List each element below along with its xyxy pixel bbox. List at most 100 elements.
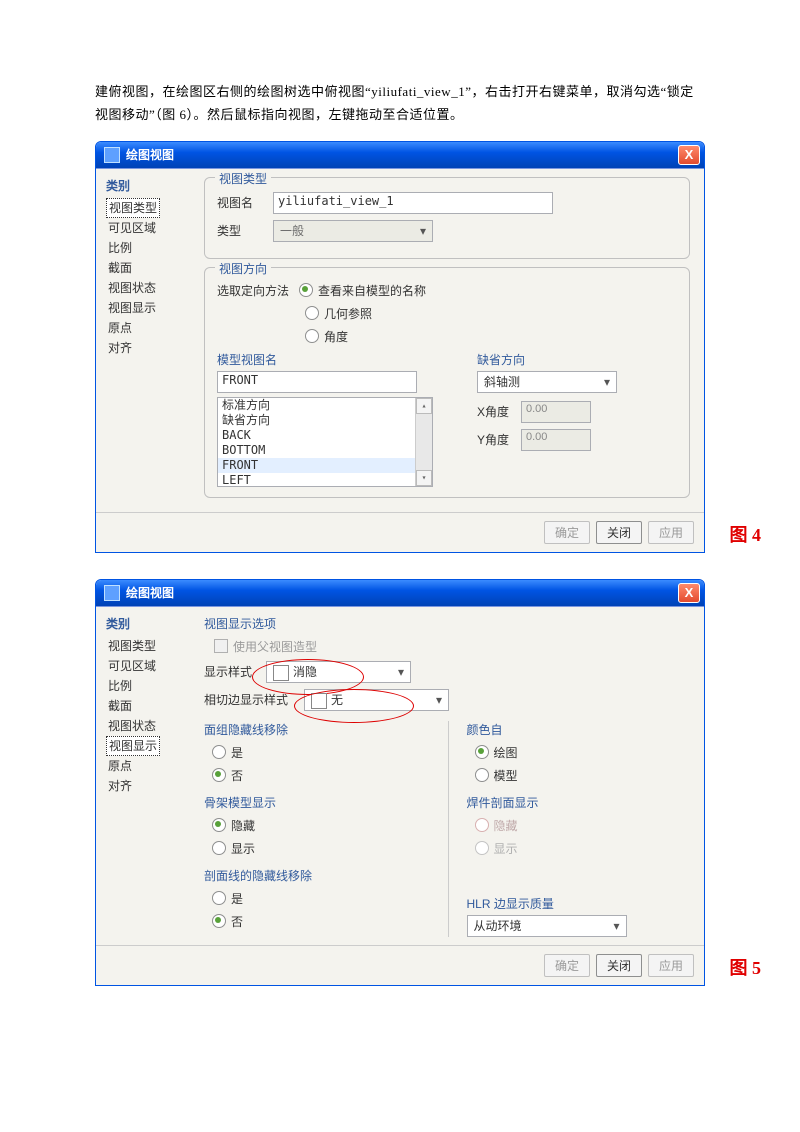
radio-drawing-label: 绘图 <box>494 744 518 761</box>
default-dir-combo[interactable]: 斜轴测 ▾ <box>477 371 617 393</box>
sidebar-item-view-type[interactable]: 视图类型 <box>106 198 160 218</box>
type-label: 类型 <box>217 222 273 239</box>
sidebar-item-section[interactable]: 截面 <box>106 258 196 278</box>
app-icon <box>104 585 120 601</box>
list-item[interactable]: FRONT <box>218 458 432 473</box>
model-view-input[interactable]: FRONT <box>217 371 417 393</box>
radio-angle[interactable] <box>305 329 319 343</box>
body-text: 建俯视图，在绘图区右侧的绘图树选中俯视图“yiliufati_view_1”，右… <box>95 80 705 127</box>
dialog-title: 绘图视图 <box>126 584 678 601</box>
color-from-label: 颜色自 <box>467 721 691 738</box>
ok-button[interactable]: 确定 <box>544 954 590 977</box>
sidebar-item-origin[interactable]: 原点 <box>106 756 196 776</box>
radio-model[interactable] <box>475 768 489 782</box>
figure-label-4: 图 4 <box>730 521 762 547</box>
sidebar-heading: 类别 <box>106 177 196 194</box>
titlebar[interactable]: 绘图视图 X <box>96 580 704 606</box>
sidebar-item-section[interactable]: 截面 <box>106 696 196 716</box>
close-icon[interactable]: X <box>678 583 700 603</box>
ok-button[interactable]: 确定 <box>544 521 590 544</box>
type-combo[interactable]: 一般 ▾ <box>273 220 433 242</box>
section-hidden-label: 剖面线的隐藏线移除 <box>204 867 428 884</box>
radio-yes[interactable] <box>212 745 226 759</box>
face-hidden-label: 面组隐藏线移除 <box>204 721 428 738</box>
radio-angle-label: 角度 <box>324 328 348 345</box>
scroll-down-icon[interactable]: ▾ <box>416 470 432 486</box>
radio-hide-label: 隐藏 <box>231 817 255 834</box>
radio-weld-hide <box>475 818 489 832</box>
y-angle-input[interactable]: 0.00 <box>521 429 591 451</box>
sidebar-item-view-display[interactable]: 视图显示 <box>106 298 196 318</box>
close-icon[interactable]: X <box>678 145 700 165</box>
sidebar-item-scale[interactable]: 比例 <box>106 676 196 696</box>
list-item[interactable]: 缺省方向 <box>218 413 432 428</box>
sidebar-item-scale[interactable]: 比例 <box>106 238 196 258</box>
sidebar-item-view-type[interactable]: 视图类型 <box>106 636 196 656</box>
radio-yes-2[interactable] <box>212 891 226 905</box>
sidebar-item-align[interactable]: 对齐 <box>106 776 196 796</box>
hlr-label: HLR 边显示质量 <box>467 895 691 912</box>
orient-method-label: 选取定向方法 <box>217 282 289 299</box>
sidebar-item-visible-area[interactable]: 可见区域 <box>106 656 196 676</box>
chevron-down-icon: ▾ <box>600 375 614 389</box>
apply-button[interactable]: 应用 <box>648 954 694 977</box>
radio-drawing[interactable] <box>475 745 489 759</box>
sidebar-item-view-display[interactable]: 视图显示 <box>106 736 160 756</box>
apply-button[interactable]: 应用 <box>648 521 694 544</box>
group-view-type: 视图类型 <box>215 170 271 187</box>
chevron-down-icon: ▾ <box>610 919 624 933</box>
radio-hide[interactable] <box>212 818 226 832</box>
radio-no-label: 否 <box>231 767 243 784</box>
sidebar-item-view-state[interactable]: 视图状态 <box>106 278 196 298</box>
scrollbar[interactable]: ▴ ▾ <box>415 398 432 486</box>
list-item[interactable]: 标准方向 <box>218 398 432 413</box>
chevron-down-icon: ▾ <box>432 693 446 707</box>
radio-no-2-label: 否 <box>231 913 243 930</box>
button-bar: 确定 关闭 应用 <box>96 512 704 552</box>
chevron-down-icon: ▾ <box>416 224 430 238</box>
radio-show[interactable] <box>212 841 226 855</box>
hlr-value: 从动环境 <box>474 917 522 934</box>
button-bar: 确定 关闭 应用 <box>96 945 704 985</box>
titlebar[interactable]: 绘图视图 X <box>96 142 704 168</box>
radio-no-2[interactable] <box>212 914 226 928</box>
radio-weld-hide-label: 隐藏 <box>494 817 518 834</box>
radio-show-label: 显示 <box>231 840 255 857</box>
x-angle-label: X角度 <box>477 403 521 420</box>
close-button[interactable]: 关闭 <box>596 954 642 977</box>
radio-model-name[interactable] <box>299 283 313 297</box>
radio-yes-label: 是 <box>231 744 243 761</box>
default-dir-label: 缺省方向 <box>477 351 677 368</box>
category-sidebar: 类别 视图类型 可见区域 比例 截面 视图状态 视图显示 原点 对齐 <box>96 607 196 945</box>
viewname-input[interactable]: yiliufati_view_1 <box>273 192 553 214</box>
chevron-down-icon: ▾ <box>394 665 408 679</box>
radio-geom-ref[interactable] <box>305 306 319 320</box>
list-item[interactable]: LEFT <box>218 473 432 487</box>
scroll-up-icon[interactable]: ▴ <box>416 398 432 414</box>
radio-geom-ref-label: 几何参照 <box>324 305 372 322</box>
sidebar-item-align[interactable]: 对齐 <box>106 338 196 358</box>
sidebar-item-origin[interactable]: 原点 <box>106 318 196 338</box>
category-sidebar: 类别 视图类型 可见区域 比例 截面 视图状态 视图显示 原点 对齐 <box>96 169 196 512</box>
hlr-combo[interactable]: 从动环境 ▾ <box>467 915 627 937</box>
sidebar-item-visible-area[interactable]: 可见区域 <box>106 218 196 238</box>
radio-weld-show-label: 显示 <box>494 840 518 857</box>
close-button[interactable]: 关闭 <box>596 521 642 544</box>
radio-yes-2-label: 是 <box>231 890 243 907</box>
skeleton-label: 骨架模型显示 <box>204 794 428 811</box>
x-angle-input[interactable]: 0.00 <box>521 401 591 423</box>
radio-no[interactable] <box>212 768 226 782</box>
group-display-options: 视图显示选项 <box>204 615 690 632</box>
sidebar-item-view-state[interactable]: 视图状态 <box>106 716 196 736</box>
radio-model-label: 模型 <box>494 767 518 784</box>
use-parent-checkbox <box>214 639 228 653</box>
sidebar-heading: 类别 <box>106 615 196 632</box>
radio-weld-show <box>475 841 489 855</box>
group-view-direction: 视图方向 <box>215 260 271 277</box>
list-item[interactable]: BACK <box>218 428 432 443</box>
use-parent-label: 使用父视图造型 <box>233 638 317 655</box>
figure-label-5: 图 5 <box>730 954 762 980</box>
list-item[interactable]: BOTTOM <box>218 443 432 458</box>
radio-model-name-label: 查看来自模型的名称 <box>318 282 426 299</box>
model-view-list[interactable]: 标准方向 缺省方向 BACK BOTTOM FRONT LEFT ▴ <box>217 397 433 487</box>
